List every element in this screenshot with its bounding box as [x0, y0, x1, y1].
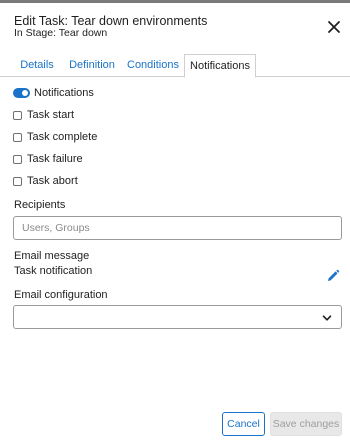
task-failure-label: Task failure — [27, 153, 83, 165]
tab-conditions[interactable]: Conditions — [124, 54, 182, 77]
task-abort-checkbox[interactable] — [13, 176, 22, 186]
notifications-toggle-row: Notifications — [13, 86, 94, 100]
pencil-icon — [328, 269, 340, 281]
task-failure-checkbox-row[interactable]: Task failure — [13, 152, 83, 166]
task-abort-label: Task abort — [27, 175, 78, 187]
task-failure-checkbox[interactable] — [13, 154, 22, 164]
email-message-label: Email message — [14, 250, 90, 262]
email-configuration-label: Email configuration — [14, 289, 108, 301]
toggle-knob — [22, 90, 28, 96]
task-start-label: Task start — [27, 109, 75, 121]
email-template-name: Task notification — [14, 265, 93, 277]
notifications-toggle-label: Notifications — [34, 87, 94, 99]
tab-details[interactable]: Details — [14, 54, 60, 77]
email-configuration-select[interactable] — [13, 305, 342, 329]
save-changes-button[interactable]: Save changes — [270, 412, 342, 436]
tab-notifications[interactable]: Notifications — [184, 54, 256, 78]
recipients-input[interactable] — [14, 217, 341, 239]
chevron-down-icon — [322, 315, 332, 321]
close-button[interactable] — [325, 18, 343, 36]
dialog-subtitle: In Stage: Tear down — [14, 27, 108, 39]
tab-bar: Details Definition Conditions Notificati… — [0, 54, 350, 78]
recipients-label: Recipients — [14, 199, 66, 211]
window-top-border — [0, 0, 350, 3]
task-abort-checkbox-row[interactable]: Task abort — [13, 174, 78, 188]
close-icon — [328, 21, 340, 33]
notifications-toggle[interactable] — [13, 88, 30, 98]
task-complete-checkbox-row[interactable]: Task complete — [13, 130, 97, 144]
edit-email-message-button[interactable] — [326, 269, 340, 283]
cancel-button[interactable]: Cancel — [222, 412, 265, 436]
tab-definition[interactable]: Definition — [66, 54, 118, 77]
task-complete-checkbox[interactable] — [13, 132, 22, 142]
task-start-checkbox[interactable] — [13, 110, 22, 120]
recipients-field[interactable] — [13, 216, 342, 240]
task-start-checkbox-row[interactable]: Task start — [13, 108, 74, 122]
task-complete-label: Task complete — [27, 131, 98, 143]
dialog-title: Edit Task: Tear down environments — [14, 14, 208, 28]
